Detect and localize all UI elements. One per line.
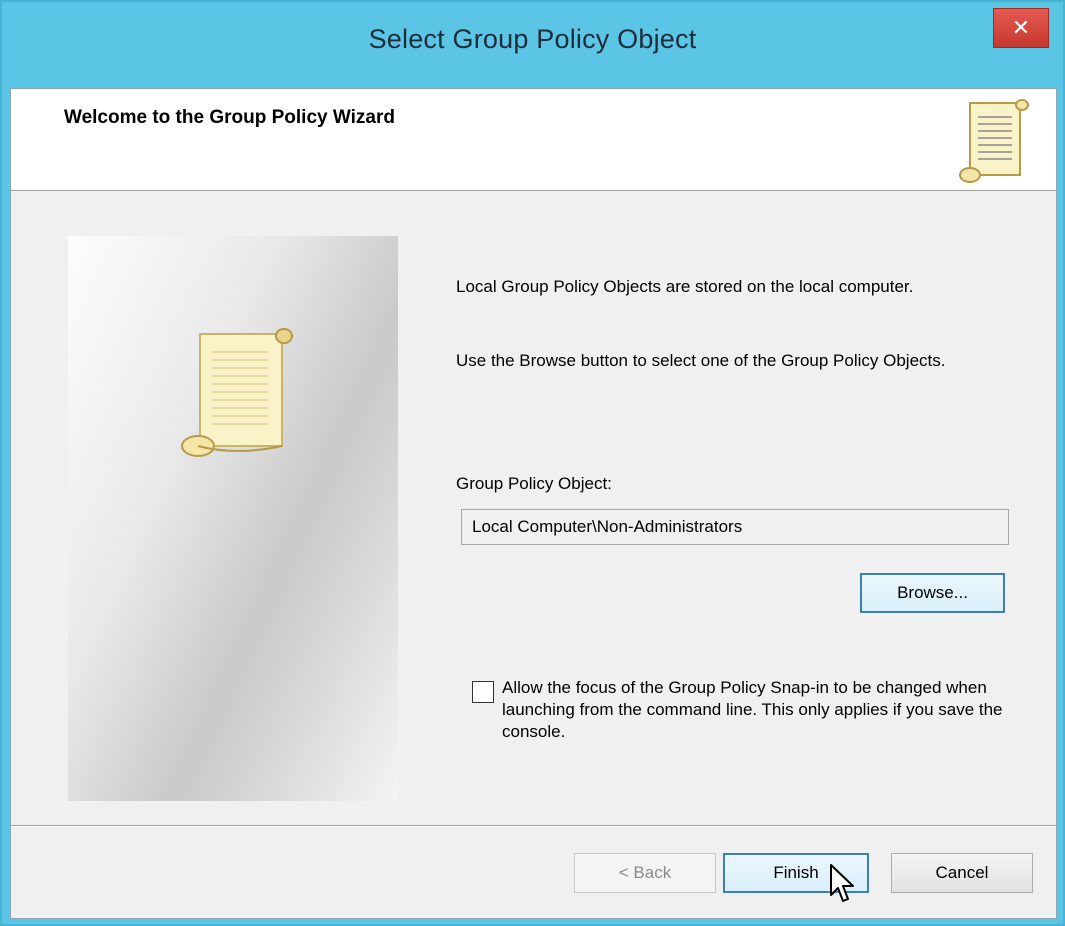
wizard-title: Welcome to the Group Policy Wizard [64, 107, 395, 128]
allow-focus-change-label[interactable]: Allow the focus of the Group Policy Snap… [502, 677, 1032, 743]
window-title: Select Group Policy Object [368, 24, 697, 54]
gpo-label: Group Policy Object: [456, 474, 612, 493]
close-icon: ✕ [1011, 15, 1031, 40]
dialog-client-area: Welcome to the Group Policy Wizard Local… [10, 88, 1057, 919]
mouse-pointer-icon [830, 864, 854, 902]
allow-focus-change-checkbox[interactable] [472, 681, 494, 703]
scroll-icon [959, 99, 1029, 183]
wizard-side-image [68, 236, 398, 801]
title-bar[interactable]: Select Group Policy Object ✕ [2, 2, 1063, 88]
close-button[interactable]: ✕ [993, 8, 1049, 48]
info-text-storage: Local Group Policy Objects are stored on… [456, 277, 914, 296]
cancel-button[interactable]: Cancel [891, 853, 1033, 893]
dialog-window: Select Group Policy Object ✕ Welcome to … [0, 0, 1065, 926]
scroll-icon [181, 328, 293, 457]
footer-divider [11, 825, 1056, 827]
wizard-header: Welcome to the Group Policy Wizard [11, 89, 1056, 191]
browse-button[interactable]: Browse... [860, 573, 1005, 613]
back-button[interactable]: < Back [574, 853, 716, 893]
info-text-browse: Use the Browse button to select one of t… [456, 351, 946, 370]
gpo-name-field[interactable]: Local Computer\Non-Administrators [461, 509, 1009, 545]
